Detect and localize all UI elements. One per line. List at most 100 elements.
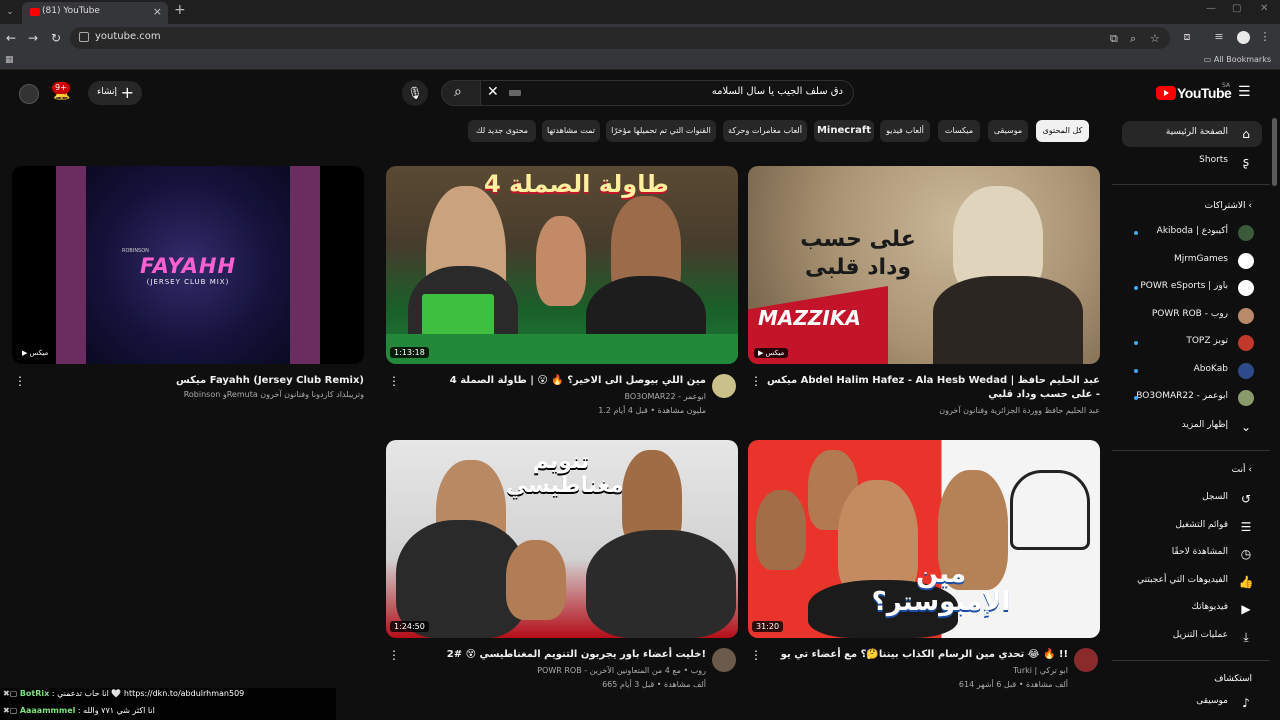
thumbnail-caption: FAYAHH — [139, 254, 237, 278]
minimize-icon[interactable]: — — [1206, 3, 1216, 14]
sidebar-item-home[interactable]: ⌂ الصفحة الرئيسية — [1122, 121, 1262, 147]
sidebar-item-music[interactable]: ♪ موسيقى — [1122, 690, 1262, 716]
sidebar-you-item[interactable]: ◷ المشاهدة لاحقًا — [1122, 541, 1262, 567]
chip-watched[interactable]: تمت مشاهدتها — [542, 120, 600, 142]
sidebar-you-item[interactable]: ↺ السجل — [1122, 486, 1262, 512]
browser-profile-avatar[interactable] — [1237, 31, 1250, 44]
more-actions-icon[interactable]: ⋮ — [388, 374, 400, 388]
video-title[interactable]: ميكس Fayahh (Jersey Club Remix) — [34, 374, 364, 388]
show-more-button[interactable]: ⌄ إظهار المزيد — [1122, 414, 1262, 440]
bookmark-star-icon[interactable]: ☆ — [1150, 32, 1160, 45]
media-icon[interactable]: ≡ — [1212, 30, 1226, 44]
channel-avatar[interactable] — [712, 648, 736, 672]
mazzika-logo: MAZZIKA — [758, 306, 861, 330]
like-icon: 👍 — [1238, 574, 1254, 589]
channel-avatar[interactable] — [712, 374, 736, 398]
video-title[interactable]: ميكس Abdel Halim Hafez - Ala Hesb Wedad … — [760, 374, 1100, 402]
video-title[interactable]: تحدي مين الرسام الكذاب بيننا🤔؟ مع أعضاء … — [768, 648, 1068, 662]
you-header[interactable]: أنت ‹ — [1232, 465, 1252, 475]
sidebar-subscription-item[interactable]: TOPZ توبز — [1122, 332, 1262, 354]
new-tab-icon[interactable]: + — [174, 2, 186, 18]
video-channel[interactable]: BO3OMAR22 - ابوعمر — [386, 392, 706, 401]
sidebar-you-item[interactable]: ☰ قوائم التشغيل — [1122, 514, 1262, 540]
sidebar-subscription-item[interactable]: POWR eSports | باور — [1122, 277, 1262, 299]
tab-close-icon[interactable]: × — [153, 5, 162, 18]
more-actions-icon[interactable]: ⋮ — [388, 648, 400, 662]
subscriptions-header[interactable]: الاشتراكات ‹ — [1205, 201, 1252, 211]
sidebar-you-item[interactable]: 👍 الفيديوهات التي أعجبتني — [1122, 569, 1262, 595]
chip-music[interactable]: موسيقى — [988, 120, 1028, 142]
sidebar-subscription-item[interactable]: Akiboda | أكيبودع — [1122, 222, 1262, 244]
create-button[interactable]: إنشاء + — [88, 81, 142, 105]
browser-tab[interactable]: (81) YouTube × — [22, 2, 168, 24]
browser-tab-strip: ⌄ (81) YouTube × + — ▢ ✕ — [0, 0, 1280, 24]
video-title[interactable]: خليت أعضاء باور يجربون التنويم المغناطيس… — [406, 648, 706, 662]
sidebar-subscription-item[interactable]: AboKab — [1122, 360, 1262, 382]
all-bookmarks-button[interactable]: ▭ All Bookmarks — [1204, 55, 1271, 64]
window-close-icon[interactable]: ✕ — [1260, 3, 1268, 14]
video-channel[interactable]: عبد الحليم حافظ ووردة الجزائرية وفنانون … — [780, 406, 1100, 415]
new-content-dot — [1134, 286, 1138, 290]
clear-search-icon[interactable]: ✕ — [487, 84, 499, 100]
video-channel[interactable]: Robinson وRemuta وتريبلداد كاردونا وفنان… — [44, 390, 364, 399]
more-actions-icon[interactable]: ⋮ — [14, 374, 26, 388]
search-query-text: دق سلف الجيب يا سال السلامه — [711, 86, 843, 97]
sidebar-you-item[interactable]: ▶ فيديوهاتك — [1122, 596, 1262, 622]
sidebar-shorts-label: Shorts — [1199, 155, 1228, 165]
new-content-dot — [1134, 341, 1138, 345]
chip-mixes[interactable]: ميكسات — [938, 120, 980, 142]
video-thumbnail[interactable]: ROBINSON FAYAHH (JERSEY CLUB MIX) ▶ ميكس — [12, 166, 364, 364]
search-input[interactable]: دق سلف الجيب يا سال السلامه — [474, 80, 854, 106]
subscription-name: BO3OMAR22 - ابوعمر — [1136, 391, 1228, 401]
chip-video-games[interactable]: ألعاب فيديو — [880, 120, 930, 142]
video-channel[interactable]: POWR ROB - روب • مع 4 من المتعاونين الآخ… — [386, 666, 706, 675]
install-app-icon[interactable]: ⧉ — [1110, 32, 1118, 46]
video-channel[interactable]: Turki | ابو تركي — [748, 666, 1068, 675]
forward-icon[interactable]: → — [25, 30, 41, 46]
chip-recently-uploaded[interactable]: القنوات التي تم تحميلها مؤخرًا — [606, 120, 716, 142]
chip-new-to-you[interactable]: محتوى جديد لك — [468, 120, 536, 142]
keyboard-icon[interactable] — [509, 90, 521, 96]
apps-grid-icon[interactable]: ▦ — [5, 55, 15, 65]
guide-menu-icon[interactable]: ☰ — [1238, 85, 1254, 99]
url-text: youtube.com — [95, 31, 161, 42]
video-thumbnail[interactable]: مين الإمبوستر؟ 31:20 — [748, 440, 1100, 638]
chip-all[interactable]: كل المحتوى — [1036, 120, 1089, 142]
sidebar-you-label: المشاهدة لاحقًا — [1171, 547, 1228, 557]
video-thumbnail[interactable]: تنويم مغناطيسي 1:24:50 — [386, 440, 738, 638]
zoom-icon[interactable]: ⌕ — [1130, 32, 1136, 46]
search-button[interactable]: ⌕ — [441, 80, 481, 106]
extensions-icon[interactable]: ⧈ — [1180, 30, 1194, 44]
video-title[interactable]: مين اللي بيوصل الى الاخير؟ 🔥 😮 | طاولة ا… — [406, 374, 706, 388]
user-avatar[interactable] — [19, 84, 39, 104]
video-thumbnail[interactable]: على حسب وداد قلبى MAZZIKA ▶ ميكس — [748, 166, 1100, 364]
reload-icon[interactable]: ↻ — [48, 30, 64, 46]
video-thumbnail[interactable]: طاولة الصملة 4 1:13:18 — [386, 166, 738, 364]
chip-minecraft[interactable]: Minecraft — [814, 120, 874, 142]
maximize-icon[interactable]: ▢ — [1232, 3, 1241, 14]
tab-search-icon[interactable]: ⌄ — [3, 5, 17, 19]
sidebar-you-label: الفيديوهات التي أعجبتني — [1137, 574, 1228, 585]
site-info-icon[interactable] — [79, 32, 89, 42]
menu-dots-icon[interactable]: ⋮ — [1258, 30, 1272, 44]
more-actions-icon[interactable]: ⋮ — [750, 648, 762, 662]
download-icon: ⤓ — [1243, 629, 1249, 644]
channel-avatar[interactable] — [1074, 648, 1098, 672]
back-icon[interactable]: ← — [3, 30, 19, 46]
sidebar-scrollbar[interactable] — [1272, 118, 1277, 186]
chip-action-adventure[interactable]: ألعاب مغامرات وحركة — [723, 120, 807, 142]
shorts-icon: ʂ — [1242, 155, 1250, 169]
sidebar-subscription-item[interactable]: POWR ROB - روب — [1122, 305, 1262, 327]
address-bar[interactable]: youtube.com ⧉ ⌕ ☆ — [70, 27, 1170, 49]
video-duration: 1:24:50 — [390, 621, 429, 632]
sidebar-subscription-item[interactable]: BO3OMAR22 - ابوعمر — [1122, 387, 1262, 409]
thumbnail-subcaption: (JERSEY CLUB MIX) — [146, 278, 230, 286]
sidebar-subscription-item[interactable]: MjrmGames — [1122, 250, 1262, 272]
sidebar-you-item[interactable]: ⤓ عمليات التنزيل — [1122, 624, 1262, 650]
stream-chat-overlay: ✖▢ BotRix : انا حاب تدعمني 🤍 https://dkn… — [0, 688, 336, 720]
chat-text: : انا اكثر شي ٧٧١ والله — [75, 706, 155, 715]
sidebar-item-shorts[interactable]: ʂ Shorts — [1122, 149, 1262, 175]
voice-search-icon[interactable]: 🎙 — [402, 80, 428, 106]
youtube-logo[interactable]: YouTube SA — [1156, 82, 1232, 103]
channel-avatar — [1238, 390, 1254, 406]
